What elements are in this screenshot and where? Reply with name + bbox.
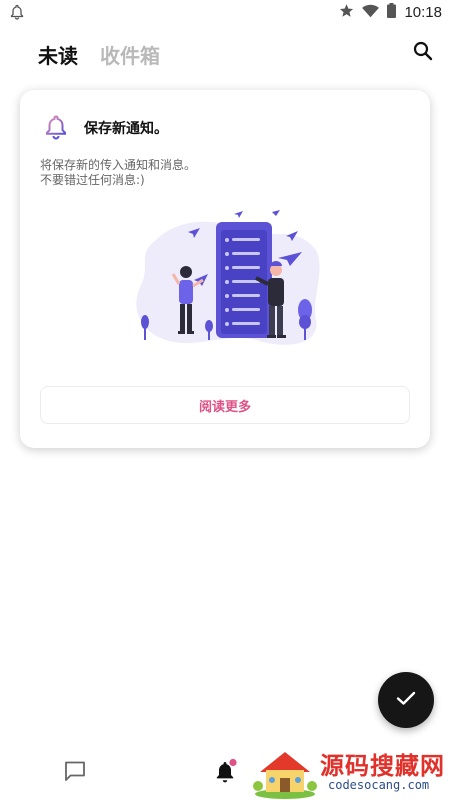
read-more-button[interactable]: 阅读更多 [40, 386, 410, 424]
watermark: 源码搜藏网 codesocang.com [252, 744, 448, 800]
notification-card: 保存新通知。 将保存新的传入通知和消息。 不要错过任何消息:) 阅读更多 [20, 90, 430, 448]
notification-badge [229, 758, 237, 767]
search-button[interactable] [410, 40, 436, 66]
tab-unread[interactable]: 未读 [38, 40, 78, 69]
star-icon [339, 3, 354, 22]
chat-icon [64, 761, 86, 786]
status-time: 10:18 [404, 4, 442, 21]
notification-illustration [126, 210, 326, 360]
watermark-title: 源码搜藏网 [320, 752, 445, 780]
house-logo-icon [253, 752, 317, 799]
battery-icon [387, 3, 397, 22]
search-icon [413, 41, 433, 65]
card-description-line: 不要错过任何消息:) [40, 173, 145, 187]
bell-icon [214, 758, 238, 788]
wifi-icon [362, 3, 380, 22]
nav-item-messages[interactable] [64, 760, 86, 786]
status-bar: 10:18 [0, 0, 450, 24]
bell-gradient-icon [44, 114, 68, 140]
notification-bell-icon [10, 4, 24, 24]
nav-item-notifications[interactable] [214, 758, 238, 788]
mark-read-fab[interactable] [378, 672, 434, 728]
card-title: 保存新通知。 [84, 121, 168, 137]
watermark-url: codesocang.com [328, 778, 430, 792]
check-icon [396, 690, 416, 710]
card-description: 将保存新的传入通知和消息。 不要错过任何消息:) [40, 158, 196, 188]
header: 未读 收件箱 [0, 32, 450, 72]
tab-inbox[interactable]: 收件箱 [100, 40, 160, 69]
card-description-line: 将保存新的传入通知和消息。 [40, 158, 197, 172]
